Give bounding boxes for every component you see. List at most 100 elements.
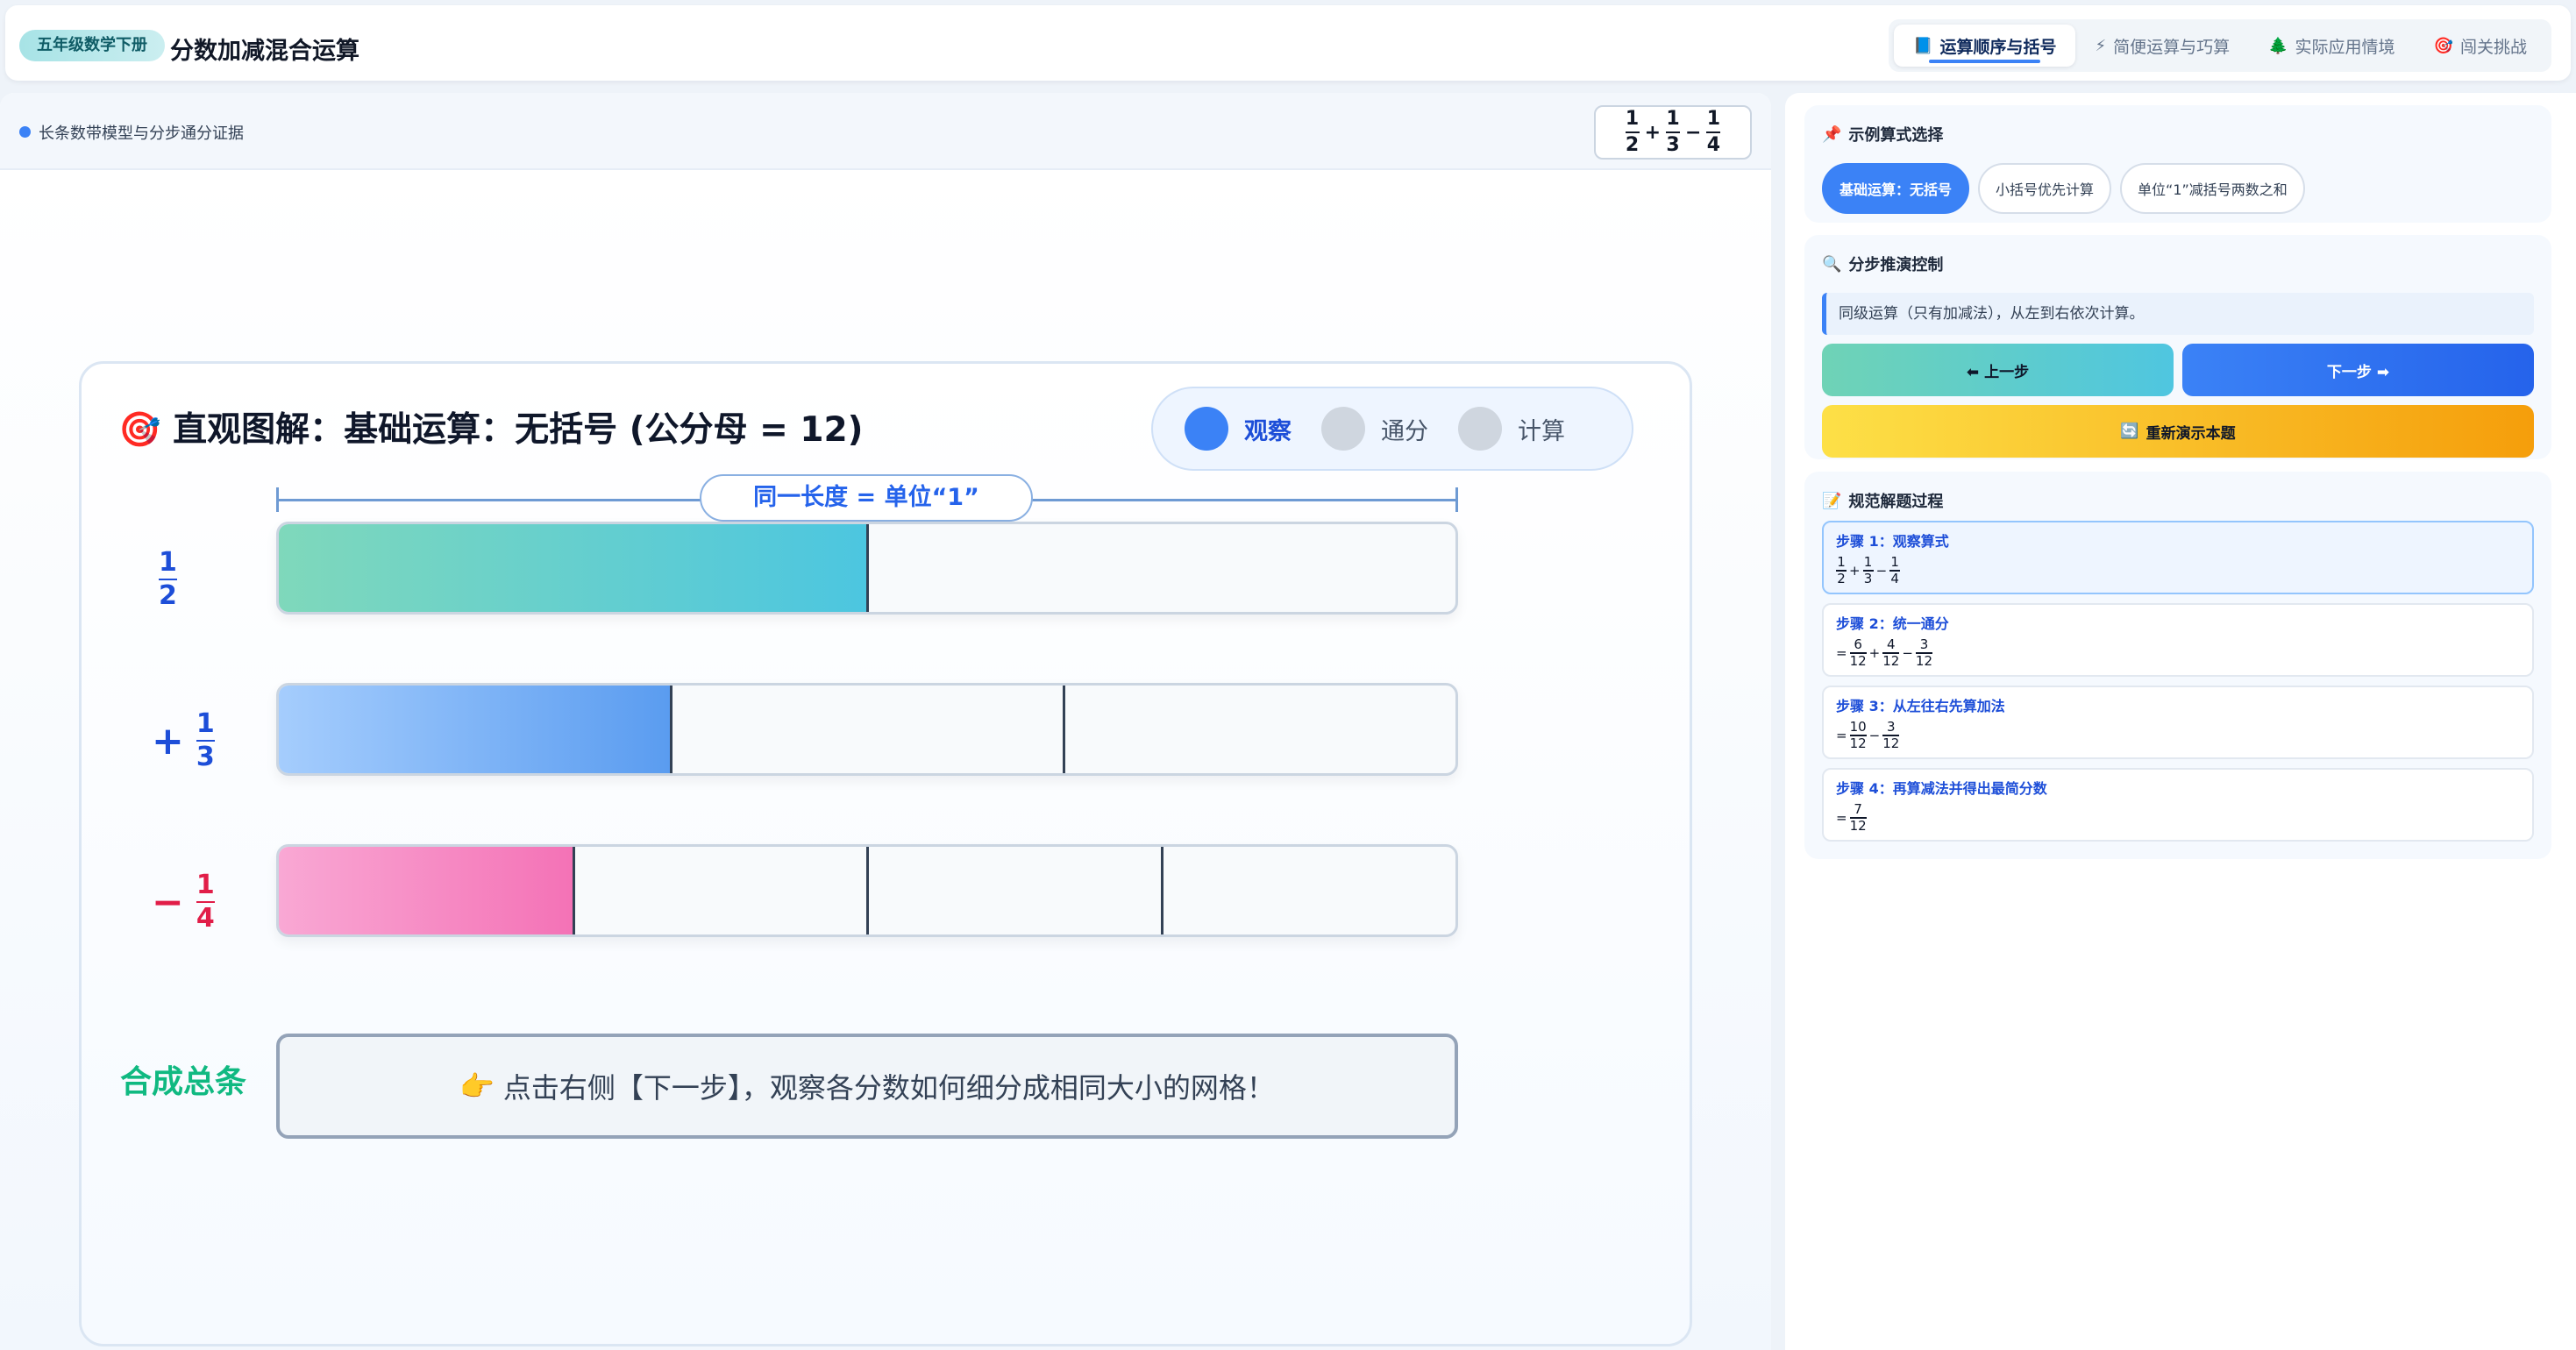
solution-step-card[interactable]: 步骤 4：再算减法并得出最简分数 = 7 12 [1822,768,2534,842]
solution-step-title: 步骤 4：再算减法并得出最简分数 [1836,780,2047,797]
fraction: 7 12 [1849,801,1867,834]
target-icon: 🎯 [118,410,161,450]
card-title: 🎯 直观图解：基础运算：无括号 (公分母 = 12) [118,402,863,451]
strip-divider [670,686,673,773]
total-strip: 👉 点击右侧【下一步】，观察各分数如何细分成相同大小的网格！ [276,1034,1458,1139]
tab-label: 闯关挑战 [2459,37,2527,57]
strip-divider [1160,847,1163,934]
tab-label: 运算顺序与括号 [1939,37,2057,57]
plus-sign: + [152,718,184,764]
fraction-strip-half [276,522,1458,615]
minus-sign: − [152,879,184,925]
operator: − [1685,121,1702,144]
fraction: 13 [1862,554,1874,586]
magnifier-icon: 🔍 [1822,254,1842,274]
operator: − [1902,644,1913,661]
section-title: 📌 示例算式选择 [1822,124,1944,146]
tab-label: 简便运算与巧算 [2113,37,2231,57]
replay-button[interactable]: 🔄 重新演示本题 [1822,405,2534,458]
tab-real-applications[interactable]: 🌲 实际应用情境 [2249,25,2414,67]
fraction: 1 2 [1625,108,1640,156]
example-chip-basic[interactable]: 基础运算：无括号 [1822,163,1970,214]
solution-step-expression: = 7 12 [1836,803,2520,833]
fraction: 1 4 [196,870,215,934]
step-pill-calculate[interactable]: 计算 [1458,407,1565,451]
tab-label: 实际应用情境 [2295,37,2395,57]
card-title-text: 直观图解：基础运算：无括号 (公分母 = 12) [173,410,864,450]
operator: = [1836,809,1847,826]
solution-step-title: 步骤 1：观察算式 [1836,533,1949,550]
book-icon: 📘 [1913,36,1933,55]
prev-step-button[interactable]: ⬅ 上一步 [1822,344,2174,396]
tab-simplified-calculation[interactable]: ⚡ 简便运算与巧算 [2075,25,2249,67]
fraction-fill [279,524,867,612]
fraction: 3 12 [1882,719,1900,751]
fraction: 1 4 [1706,108,1721,156]
solution-step-expression: = 6 12 +4 12−3 12 [1836,638,2520,668]
fraction: 14 [1889,554,1901,586]
tab-bar: 📘 运算顺序与括号 ⚡ 简便运算与巧算 🌲 实际应用情境 🎯 闯关挑战 [1889,19,2551,72]
fraction: 12 [1836,554,1847,586]
target-icon: 🎯 [2433,36,2453,55]
app-title: 分数加减混合运算 [170,38,359,65]
fraction: 6 12 [1849,636,1867,669]
row-label-quarter: − 1 4 [152,872,215,932]
row-label-half: 1 2 [159,550,177,609]
solution-step-title: 步骤 3：从左往右先算加法 [1836,698,2005,714]
solution-step-title: 步骤 2：统一通分 [1836,615,1949,632]
unit-label: 同一长度 = 单位“1” [700,474,1033,522]
pin-icon: 📌 [1822,124,1842,144]
tab-order-and-brackets[interactable]: 📘 运算顺序与括号 [1894,25,2076,67]
main-panel-header: 长条数带模型与分步通分证据 1 2 + 1 3 − 1 4 [0,93,1771,170]
solution-step-card[interactable]: 步骤 1：观察算式 1 2 +1 3−1 4 [1822,521,2534,594]
example-chips: 基础运算：无括号 小括号优先计算 单位“1”减括号两数之和 [1822,163,2534,214]
fraction: 4 12 [1882,636,1900,669]
row-label-third: + 1 3 [152,711,215,771]
strip-divider [866,524,869,612]
section-title: 📝 规范解题过程 [1822,491,1944,512]
operator: = [1836,644,1847,661]
next-step-button[interactable]: 下一步 ➡ [2182,344,2534,396]
solution-process: 📝 规范解题过程 步骤 1：观察算式 1 2 +1 3−1 4 步骤 2：统一通分 = 6 12 +… [1804,472,2551,859]
memo-icon: 📝 [1822,491,1842,510]
replay-icon: 🔄 [2120,423,2139,440]
operator: + [1849,562,1861,579]
step-pill-observe[interactable]: 观察 [1185,407,1292,451]
main-panel: 长条数带模型与分步通分证据 1 2 + 1 3 − 1 4 🎯 直观图解：基础运… [0,93,1771,1350]
solution-step-card[interactable]: 步骤 2：统一通分 = 6 12 +4 12−3 12 [1822,603,2534,677]
solution-step-list: 步骤 1：观察算式 1 2 +1 3−1 4 步骤 2：统一通分 = 6 12 +4 12−3 12 步骤… [1822,521,2534,842]
operator: + [1868,644,1881,661]
step-indicator: 观察 通分 计算 [1151,387,1633,471]
fraction: 1 3 [1666,108,1680,156]
fraction: 1 3 [196,708,215,772]
step-dot [1185,407,1228,451]
step-pill-common-denominator[interactable]: 通分 [1321,407,1428,451]
fraction: 1 2 [159,547,177,611]
fraction: 10 12 [1849,719,1867,751]
example-chip-parentheses[interactable]: 小括号优先计算 [1978,163,2112,214]
strip-divider [1062,686,1065,773]
tree-icon: 🌲 [2268,36,2288,55]
operator: + [1644,121,1661,144]
app-header: 五年级数学下册 分数加减混合运算 📘 运算顺序与括号 ⚡ 简便运算与巧算 🌲 实… [5,5,2571,81]
strip-divider [572,847,575,934]
fraction-fill [279,847,573,934]
strip-divider [866,847,869,934]
fraction: 3 12 [1915,636,1933,669]
total-hint: 点击右侧【下一步】，观察各分数如何细分成相同大小的网格！ [502,1071,1275,1105]
tab-challenge[interactable]: 🎯 闯关挑战 [2415,25,2546,67]
grade-badge: 五年级数学下册 [19,30,165,61]
solution-step-expression: = 10 12−3 12 [1836,721,2520,750]
section-title: 🔍 分步推演控制 [1822,254,1944,275]
status-dot [19,126,31,138]
rule-hint: 同级运算（只有加减法），从左到右依次计算。 [1822,293,2534,335]
solution-step-card[interactable]: 步骤 3：从左往右先算加法 = 10 12−3 12 [1822,686,2534,759]
step-control: 🔍 分步推演控制 同级运算（只有加减法），从左到右依次计算。 ⬅ 上一步 下一步… [1804,235,2551,459]
step-dot [1458,407,1502,451]
lightning-icon: ⚡ [2095,36,2107,55]
example-chip-unit-minus-sum[interactable]: 单位“1”减括号两数之和 [2120,163,2305,214]
step-dot [1321,407,1365,451]
solution-step-expression: 1 2 +1 3−1 4 [1836,556,2520,586]
visual-card: 🎯 直观图解：基础运算：无括号 (公分母 = 12) 观察 通分 计算 同一长度… [79,361,1692,1346]
total-strip-label: 合成总条 [120,1064,247,1100]
